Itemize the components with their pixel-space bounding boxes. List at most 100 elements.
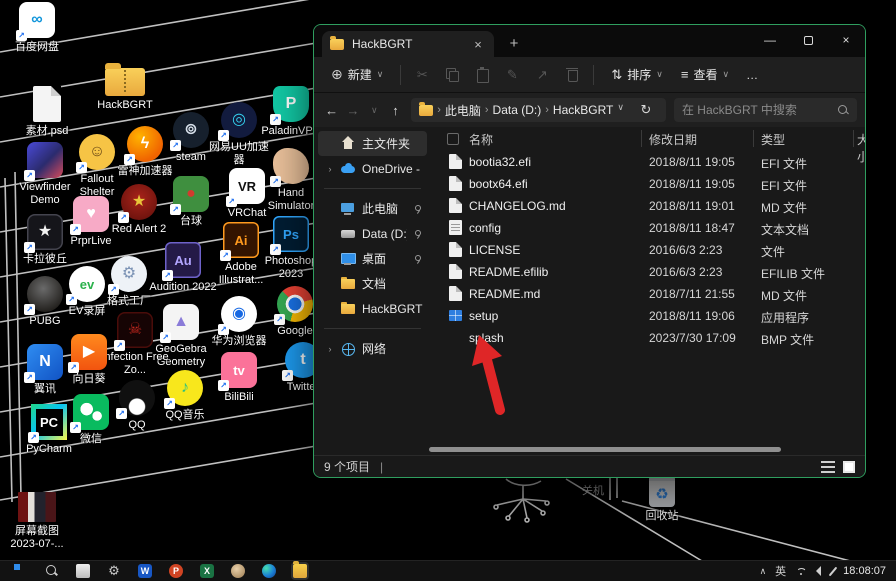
sidebar-item-HackBGRT[interactable]: HackBGRT (318, 296, 427, 321)
app-icon: Ai ↗ (223, 222, 259, 258)
minimize-button[interactable]: — (751, 25, 789, 55)
settings-taskbar-button[interactable] (105, 562, 123, 580)
column-name[interactable]: 名称 (469, 131, 493, 148)
column-date-modified[interactable]: 修改日期 (649, 131, 697, 148)
column-type[interactable]: 类型 (761, 131, 785, 148)
cut-icon[interactable]: ✂ (411, 66, 433, 84)
column-divider (753, 130, 754, 147)
sidebar-item-此电脑[interactable]: 此电脑 (318, 196, 427, 221)
taskbar-clock[interactable]: 18:08:07 (843, 565, 886, 577)
desktop-icon-向日葵[interactable]: ▶ ↗ 向日葵 (54, 334, 124, 386)
page-file-icon (449, 154, 462, 169)
file-type: EFI 文件 (761, 155, 807, 172)
breadcrumb-item-HackBGRT[interactable]: HackBGRT (553, 103, 613, 117)
desktop-icon-卡拉彼丘[interactable]: ★ ↗ 卡拉彼丘 (10, 214, 80, 266)
clipboard-tools: ✂ ✎ ↗ (411, 66, 583, 84)
desktop-icon-PyCharm[interactable]: PC ↗ PyCharm (14, 404, 84, 456)
volume-icon[interactable] (816, 566, 821, 576)
column-divider (641, 130, 642, 147)
file-row-README.efilib[interactable]: README.efilib 2016/6/3 2:23 EFILIB 文件 (431, 261, 865, 283)
excel-taskbar-button[interactable]: X (198, 562, 216, 580)
sort-button[interactable]: ⇅ 排序 ∨ (604, 62, 670, 87)
powerpoint-taskbar-button[interactable]: P (167, 562, 185, 580)
file-row-setup[interactable]: setup 2018/8/11 19:06 应用程序 (431, 305, 865, 327)
details-view-button[interactable] (821, 461, 835, 473)
share-icon[interactable]: ↗ (531, 66, 553, 84)
app-glyph: ★ (132, 194, 146, 210)
shortcut-arrow-icon: ↗ (218, 380, 229, 391)
new-button[interactable]: ⊕ 新建 ∨ (324, 62, 390, 87)
desktop-icon-PUBG[interactable]: ↗ PUBG (10, 276, 80, 328)
maximize-button[interactable] (789, 25, 827, 55)
recent-locations-button[interactable]: ∨ (365, 105, 384, 116)
desktop-icon-BiliBili[interactable]: tv ↗ BiliBili (204, 352, 274, 404)
file-date-modified: 2023/7/30 17:09 (649, 331, 736, 345)
desktop-icon-素材.psd[interactable]: ↗ 素材.psd (12, 86, 82, 138)
delete-icon[interactable] (561, 66, 583, 84)
file-date-modified: 2018/7/11 21:55 (649, 287, 735, 301)
rename-icon[interactable]: ✎ (501, 66, 523, 84)
pinned-app-taskbar-button[interactable] (74, 562, 92, 580)
file-row-bootia32.efi[interactable]: bootia32.efi 2018/8/11 19:05 EFI 文件 (431, 151, 865, 173)
refresh-icon[interactable]: ↻ (634, 102, 658, 118)
search-taskbar-button[interactable] (43, 562, 61, 580)
word-taskbar-button[interactable]: W (136, 562, 154, 580)
breadcrumb-item-此电脑[interactable]: 此电脑 (445, 102, 481, 119)
sort-ascending-icon: ˆ (583, 127, 586, 136)
large-icons-view-button[interactable] (843, 461, 855, 473)
chevron-right-icon[interactable]: › (326, 164, 334, 174)
file-explorer-taskbar-button[interactable] (291, 562, 309, 580)
app-icon: ◎ ↗ (221, 102, 257, 138)
language-indicator[interactable]: 英 (775, 563, 786, 579)
file-row-README.md[interactable]: README.md 2018/7/11 21:55 MD 文件 (431, 283, 865, 305)
recycle-bin-icon[interactable]: ♻ 回收站 (634, 477, 690, 523)
file-row-LICENSE[interactable]: LICENSE 2016/6/3 2:23 文件 (431, 239, 865, 261)
page-file-icon (449, 286, 462, 301)
more-options-button[interactable]: … (746, 68, 759, 82)
file-row-config[interactable]: config 2018/8/11 18:47 文本文档 (431, 217, 865, 239)
close-button[interactable]: × (827, 25, 865, 55)
sidebar-item-文档[interactable]: 文档 (318, 271, 427, 296)
tab-hackbgrt[interactable]: HackBGRT × (322, 31, 494, 57)
search-icon (837, 104, 849, 116)
address-dropdown-icon[interactable]: ∨ (617, 102, 624, 118)
shortcut-arrow-icon: ↗ (24, 304, 35, 315)
wifi-icon[interactable] (795, 567, 807, 576)
paste-icon[interactable] (471, 66, 493, 84)
breadcrumb-item-Data (D:)[interactable]: Data (D:) (493, 103, 542, 117)
forward-button[interactable]: → (343, 103, 362, 118)
up-button[interactable]: ↑ (386, 103, 405, 118)
edge-taskbar-button[interactable] (260, 562, 278, 580)
file-row-bootx64.efi[interactable]: bootx64.efi 2018/8/11 19:05 EFI 文件 (431, 173, 865, 195)
app-glyph: t (300, 352, 305, 368)
app-icon: Au ↗ (165, 242, 201, 278)
search-input[interactable] (682, 103, 837, 117)
column-headers: 名称 ˆ 修改日期 类型 大小 (431, 127, 865, 151)
back-button[interactable]: ← (322, 103, 341, 118)
shortcut-arrow-icon: ↗ (76, 162, 87, 173)
file-row-splash[interactable]: splash 2023/7/30 17:09 BMP 文件 (431, 327, 865, 349)
shortcut-arrow-icon: ↗ (218, 324, 229, 335)
new-tab-button[interactable]: + (506, 35, 522, 52)
desktop-icon-HackBGRT[interactable]: ↗ HackBGRT (90, 62, 160, 112)
pen-icon[interactable] (829, 566, 838, 576)
chevron-right-icon[interactable]: › (326, 344, 334, 354)
tray-overflow-chevron-icon[interactable]: ∧ (760, 566, 767, 577)
sidebar-item-Data (D:)[interactable]: Data (D:) (318, 221, 427, 246)
desktop-icon-屏幕截图 2023-07-...[interactable]: ↗ 屏幕截图 2023-07-... (2, 492, 72, 551)
sidebar-item-主文件夹[interactable]: 主文件夹 (318, 131, 427, 156)
view-button[interactable]: ≡ 查看 ∨ (674, 62, 736, 87)
sidebar-item-OneDrive - Personal[interactable]: › OneDrive - Personal (318, 156, 427, 181)
start-taskbar-button[interactable] (12, 562, 30, 580)
sidebar-item-桌面[interactable]: 桌面 (318, 246, 427, 271)
compass-taskbar-button[interactable] (229, 562, 247, 580)
breadcrumb[interactable]: ›此电脑›Data (D:)›HackBGRT ∨ ↻ (411, 98, 666, 122)
copy-icon[interactable] (441, 66, 463, 84)
tab-close-icon[interactable]: × (470, 37, 486, 52)
select-all-checkbox[interactable] (447, 133, 459, 145)
horizontal-scrollbar[interactable] (429, 447, 781, 452)
search-box[interactable] (674, 98, 857, 122)
sidebar-item-网络[interactable]: › 网络 (318, 336, 427, 361)
desktop-icon-百度网盘[interactable]: ∞ ↗ 百度网盘 (2, 2, 72, 54)
file-row-CHANGELOG.md[interactable]: CHANGELOG.md 2018/8/11 19:01 MD 文件 (431, 195, 865, 217)
